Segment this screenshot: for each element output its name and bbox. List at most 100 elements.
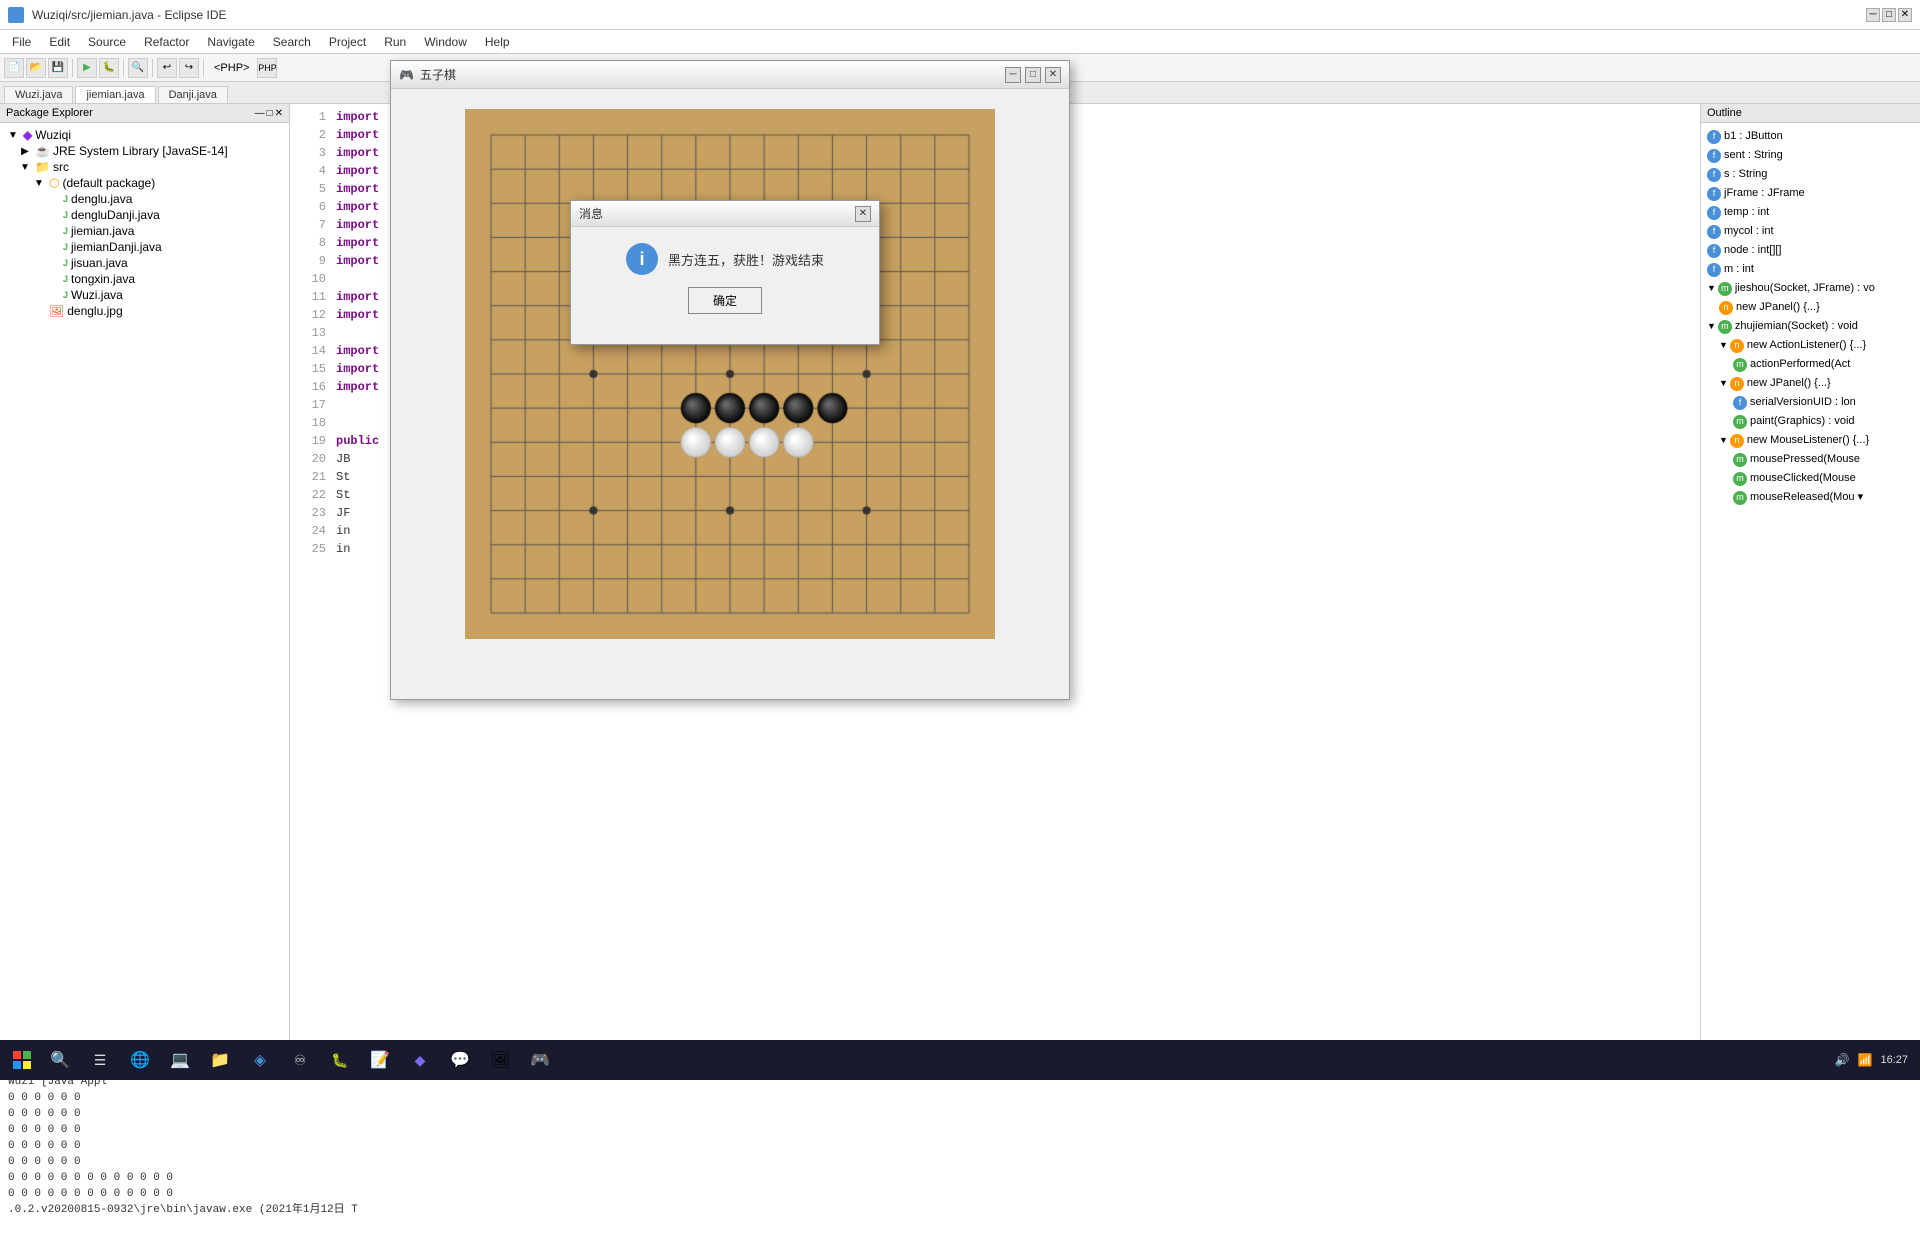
start-button[interactable] — [4, 1044, 40, 1076]
tab-danji[interactable]: Danji.java — [158, 86, 228, 103]
close-button[interactable]: ✕ — [1898, 8, 1912, 22]
tree-item-dengludanji[interactable]: J dengluDanji.java — [4, 207, 285, 223]
menu-search[interactable]: Search — [265, 33, 319, 51]
dialog-close-button[interactable]: ✕ — [855, 206, 871, 222]
game-close-button[interactable]: ✕ — [1045, 67, 1061, 83]
toolbar-search[interactable]: 🔍 — [128, 58, 148, 78]
taskbar-search[interactable]: 🔍 — [42, 1044, 78, 1076]
game-window-controls: ─ □ ✕ — [1005, 67, 1061, 83]
window-controls[interactable]: ─ □ ✕ — [1866, 8, 1912, 22]
tree-item-default-pkg[interactable]: ▼ ⬡ (default package) — [4, 175, 285, 191]
panel-minimize[interactable]: — — [255, 108, 265, 119]
tree-item-wuzi[interactable]: J Wuzi.java — [4, 287, 285, 303]
menu-project[interactable]: Project — [321, 33, 374, 51]
field-icon: f — [1707, 263, 1721, 277]
field-icon: f — [1707, 187, 1721, 201]
taskbar-word[interactable]: 📝 — [362, 1044, 398, 1076]
maximize-button[interactable]: □ — [1882, 8, 1896, 22]
toolbar-open[interactable]: 📂 — [26, 58, 46, 78]
outline-item: f jFrame : JFrame — [1705, 184, 1916, 203]
panel-maximize[interactable]: □ — [267, 108, 273, 119]
outline-panel: Outline f b1 : JButton f sent : String f… — [1700, 104, 1920, 1050]
tree-label: jisuan.java — [71, 256, 128, 270]
java-icon: J — [63, 274, 68, 284]
outline-label: mycol : int — [1724, 223, 1774, 240]
menu-file[interactable]: File — [4, 33, 39, 51]
expand-icon: ▼ — [32, 176, 46, 190]
game-maximize-button[interactable]: □ — [1025, 67, 1041, 83]
menu-refactor[interactable]: Refactor — [136, 33, 197, 51]
tree-item-src[interactable]: ▼ 📁 src — [4, 159, 285, 175]
outline-label: new JPanel() {...} — [1736, 299, 1820, 316]
console-line: 0 0 0 0 0 0 — [8, 1154, 1912, 1170]
taskbar-debug[interactable]: 🐛 — [322, 1044, 358, 1076]
taskbar-edge[interactable]: 🌐 — [122, 1044, 158, 1076]
expand-icon: ▼ — [18, 160, 32, 174]
minimize-button[interactable]: ─ — [1866, 8, 1880, 22]
expand-icon[interactable]: ▼ — [1719, 432, 1730, 449]
image-icon: 🖼 — [49, 304, 64, 318]
expand-icon[interactable]: ▼ — [1707, 280, 1718, 297]
clock-time: 16:27 — [1880, 1053, 1908, 1067]
menu-edit[interactable]: Edit — [41, 33, 78, 51]
expand-icon[interactable]: ▼ — [1707, 318, 1718, 335]
taskbar-teams[interactable]: ◆ — [402, 1044, 438, 1076]
outline-item: f mycol : int — [1705, 222, 1916, 241]
package-explorer-title: Package Explorer — [6, 107, 93, 119]
toolbar-btn2[interactable]: ↪ — [179, 58, 199, 78]
menu-help[interactable]: Help — [477, 33, 518, 51]
tree-item-jisuan[interactable]: J jisuan.java — [4, 255, 285, 271]
toolbar-debug[interactable]: 🐛 — [99, 58, 119, 78]
taskbar-chat[interactable]: 💬 — [442, 1044, 478, 1076]
outline-label: new ActionListener() {...} — [1747, 337, 1866, 354]
taskbar-explorer[interactable]: 💻 — [162, 1044, 198, 1076]
taskbar-infinity[interactable]: ♾ — [282, 1044, 318, 1076]
outline-label: sent : String — [1724, 147, 1783, 164]
taskbar-photo[interactable]: 🖼 — [482, 1044, 518, 1076]
tree-item-denglu[interactable]: J denglu.java — [4, 191, 285, 207]
outline-item: ▼ m zhujiemian(Socket) : void — [1705, 317, 1916, 336]
tree-label: jiemianDanji.java — [71, 240, 162, 254]
tree-item-denglu-jpg[interactable]: 🖼 denglu.jpg — [4, 303, 285, 319]
tab-jiemian[interactable]: jiemian.java — [75, 86, 155, 103]
tree-item-jiemian[interactable]: J jiemian.java — [4, 223, 285, 239]
menu-source[interactable]: Source — [80, 33, 134, 51]
tree-label: denglu.java — [71, 192, 132, 206]
outline-label: paint(Graphics) : void — [1750, 413, 1855, 430]
menu-run[interactable]: Run — [376, 33, 414, 51]
expand-icon[interactable]: ▼ — [1719, 337, 1730, 354]
dialog-ok-button[interactable]: 确定 — [688, 287, 762, 314]
game-board-container — [391, 89, 1069, 659]
tab-wuzi[interactable]: Wuzi.java — [4, 86, 73, 103]
toolbar-save[interactable]: 💾 — [48, 58, 68, 78]
outline-item: m mouseClicked(Mouse — [1705, 469, 1916, 488]
expand-icon[interactable]: ▼ — [1719, 375, 1730, 392]
taskbar-game[interactable]: 🎮 — [522, 1044, 558, 1076]
outline-content: f b1 : JButton f sent : String f s : Str… — [1701, 123, 1920, 1050]
taskbar-taskview[interactable]: ☰ — [82, 1044, 118, 1076]
tree-item-tongxin[interactable]: J tongxin.java — [4, 271, 285, 287]
tree-item-jre[interactable]: ▶ ☕ JRE System Library [JavaSE-14] — [4, 143, 285, 159]
outline-item: f node : int[][] — [1705, 241, 1916, 260]
new-icon: n — [1719, 301, 1733, 315]
menu-navigate[interactable]: Navigate — [199, 33, 262, 51]
menu-window[interactable]: Window — [416, 33, 475, 51]
package-explorer: Package Explorer — □ ✕ ▼ ◆ Wuziqi ▶ ☕ JR… — [0, 104, 290, 1050]
toolbar-php[interactable]: PHP — [257, 58, 277, 78]
tree-item-jiemiandanji[interactable]: J jiemianDanji.java — [4, 239, 285, 255]
outline-label: mouseReleased(Mou ▾ — [1750, 489, 1863, 506]
panel-close[interactable]: ✕ — [275, 108, 283, 119]
taskbar-vscode[interactable]: ◈ — [242, 1044, 278, 1076]
game-minimize-button[interactable]: ─ — [1005, 67, 1021, 83]
tree-item-wuziqi[interactable]: ▼ ◆ Wuziqi — [4, 127, 285, 143]
taskbar-files[interactable]: 📁 — [202, 1044, 238, 1076]
folder-icon: 📁 — [35, 160, 50, 174]
package-explorer-content: ▼ ◆ Wuziqi ▶ ☕ JRE System Library [JavaS… — [0, 123, 289, 1050]
toolbar-run[interactable]: ▶ — [77, 58, 97, 78]
tree-label: jiemian.java — [71, 224, 134, 238]
toolbar-btn1[interactable]: ↩ — [157, 58, 177, 78]
method-icon: m — [1733, 453, 1747, 467]
toolbar-new[interactable]: 📄 — [4, 58, 24, 78]
console-line: 0 0 0 0 0 0 0 0 0 0 0 0 0 — [8, 1186, 1912, 1202]
game-board-canvas[interactable] — [465, 109, 995, 639]
